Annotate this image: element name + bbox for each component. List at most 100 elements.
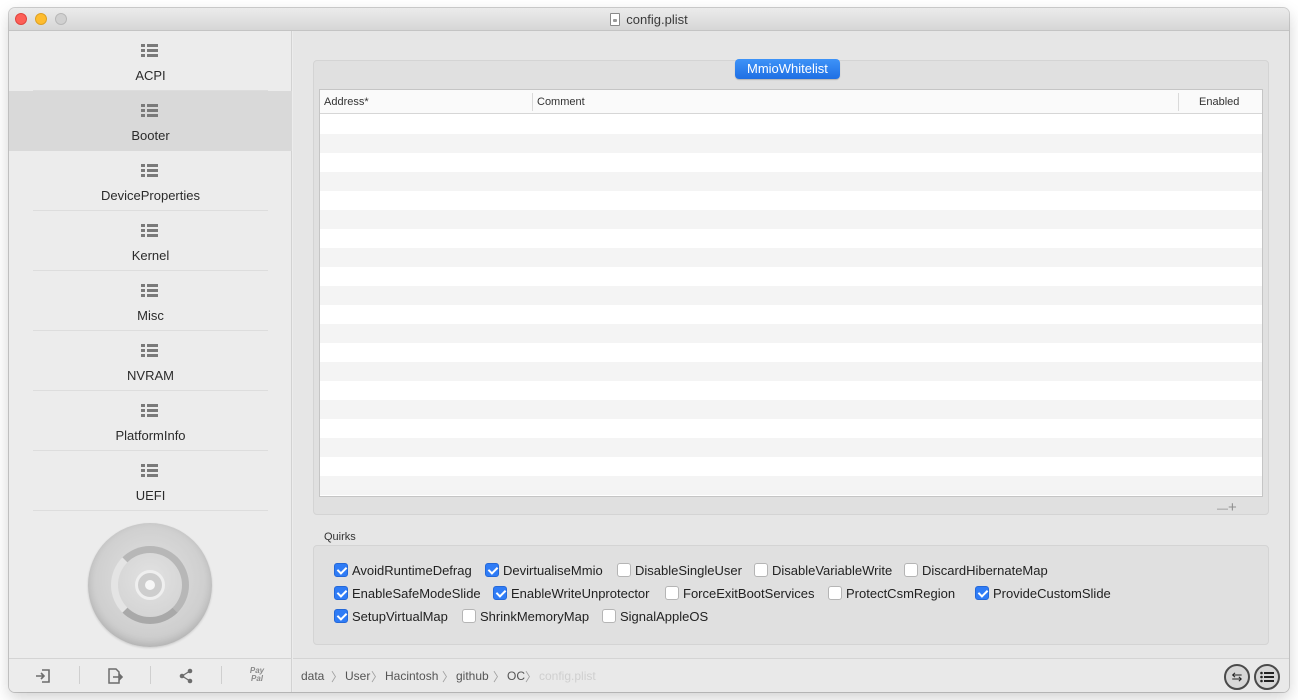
sidebar: ACPI Booter DeviceProperties Kernel Misc NVRA…: [9, 31, 292, 692]
column-header-comment[interactable]: Comment: [533, 90, 1179, 114]
checkbox-checked-icon[interactable]: [334, 609, 348, 623]
tab-mmiowhitelist[interactable]: MmioWhitelist: [735, 59, 840, 79]
sidebar-item-nvram[interactable]: NVRAM: [9, 331, 292, 391]
table-row[interactable]: [320, 419, 1262, 438]
list-icon: [141, 344, 158, 358]
breadcrumb-item[interactable]: User: [345, 669, 370, 683]
swap-arrows-icon[interactable]: ⇆: [1224, 664, 1250, 690]
checkbox-unchecked-icon[interactable]: [665, 586, 679, 600]
checkbox-signal-apple-os[interactable]: SignalAppleOS: [602, 609, 708, 625]
sidebar-item-label: PlatformInfo: [115, 428, 186, 443]
add-row-button[interactable]: +: [1228, 499, 1237, 516]
table-header: Address* Comment Enabled: [320, 90, 1262, 114]
checkbox-label: ProvideCustomSlide: [993, 586, 1111, 601]
table-row[interactable]: [320, 362, 1262, 381]
column-header-enabled[interactable]: Enabled: [1195, 90, 1262, 114]
table-row[interactable]: [320, 438, 1262, 457]
sidebar-item-label: ACPI: [135, 68, 166, 83]
checkbox-label: DisableVariableWrite: [772, 563, 893, 578]
sidebar-item-misc[interactable]: Misc: [9, 271, 292, 331]
sidebar-toolbar: Pay Pal: [9, 658, 292, 692]
breadcrumb-chevron-icon: 〉: [331, 670, 344, 684]
quirks-label: Quirks: [324, 531, 356, 543]
table-row[interactable]: [320, 305, 1262, 324]
table-row[interactable]: [320, 324, 1262, 343]
checkbox-disable-single-user[interactable]: DisableSingleUser: [617, 563, 742, 579]
checkbox-setup-virtual-map[interactable]: SetupVirtualMap: [334, 609, 448, 625]
checkbox-force-exit-boot-services[interactable]: ForceExitBootServices: [665, 586, 815, 602]
sidebar-item-platforminfo[interactable]: PlatformInfo: [9, 391, 292, 451]
table-row[interactable]: [320, 381, 1262, 400]
breadcrumb-item[interactable]: OC: [507, 669, 525, 683]
paypal-line2: Pal: [250, 674, 263, 683]
table-row[interactable]: [320, 153, 1262, 172]
table-row[interactable]: [320, 172, 1262, 191]
table-row[interactable]: [320, 286, 1262, 305]
table-row[interactable]: [320, 476, 1262, 495]
checkbox-label: ShrinkMemoryMap: [480, 609, 590, 624]
table-row[interactable]: [320, 267, 1262, 286]
sidebar-item-booter[interactable]: Booter: [9, 91, 292, 151]
checkbox-checked-icon[interactable]: [334, 586, 348, 600]
sidebar-item-uefi[interactable]: UEFI: [9, 451, 292, 511]
app-window: config.plist ACPI Booter DeviceProperties K…: [9, 8, 1289, 692]
table-row[interactable]: [320, 229, 1262, 248]
checkbox-label: DevirtualiseMmio: [503, 563, 603, 578]
import-icon[interactable]: [33, 668, 53, 686]
disc-hub-icon: [135, 570, 165, 600]
table-row[interactable]: [320, 248, 1262, 267]
table-edit-controls: —+: [1217, 499, 1237, 516]
checkbox-checked-icon[interactable]: [485, 563, 499, 577]
table-body[interactable]: [320, 115, 1262, 495]
checkbox-protect-csm-region[interactable]: ProtectCsmRegion: [828, 586, 955, 602]
breadcrumb-item[interactable]: Hacintosh: [385, 669, 438, 683]
paypal-donate-button[interactable]: Pay Pal: [247, 667, 267, 685]
checkbox-label: ProtectCsmRegion: [846, 586, 956, 601]
sidebar-item-label: Kernel: [131, 248, 170, 263]
sidebar-item-kernel[interactable]: Kernel: [9, 211, 292, 271]
checkbox-disable-variable-write[interactable]: DisableVariableWrite: [754, 563, 892, 579]
table-row[interactable]: [320, 134, 1262, 153]
checkbox-devirtualise-mmio[interactable]: DevirtualiseMmio: [485, 563, 603, 579]
sidebar-item-deviceproperties[interactable]: DeviceProperties: [9, 151, 292, 211]
checkbox-unchecked-icon[interactable]: [904, 563, 918, 577]
list-icon: [141, 44, 158, 58]
column-header-address[interactable]: Address*: [320, 90, 533, 114]
table-row[interactable]: [320, 115, 1262, 134]
breadcrumb-item[interactable]: config.plist: [539, 669, 596, 683]
list-icon: [141, 284, 158, 298]
checkbox-unchecked-icon[interactable]: [602, 609, 616, 623]
breadcrumb-item[interactable]: github: [456, 669, 489, 683]
list-view-icon[interactable]: [1254, 664, 1280, 690]
checkbox-label: DiscardHibernateMap: [922, 563, 1048, 578]
checkbox-checked-icon[interactable]: [334, 563, 348, 577]
window-title-text: config.plist: [626, 12, 688, 27]
remove-row-button[interactable]: —: [1217, 503, 1228, 515]
export-icon[interactable]: [105, 668, 125, 686]
breadcrumb-item[interactable]: data: [301, 669, 324, 683]
breadcrumb-chevron-icon: 〉: [493, 670, 506, 684]
table-row[interactable]: [320, 191, 1262, 210]
checkbox-unchecked-icon[interactable]: [828, 586, 842, 600]
checkbox-unchecked-icon[interactable]: [754, 563, 768, 577]
checkbox-avoid-runtime-defrag[interactable]: AvoidRuntimeDefrag: [334, 563, 472, 579]
table-row[interactable]: [320, 343, 1262, 362]
main-panel: MmioWhitelist Address* Comment Enabled —…: [293, 31, 1289, 692]
checkbox-enable-write-unprotector[interactable]: EnableWriteUnprotector: [493, 586, 650, 602]
checkbox-unchecked-icon[interactable]: [617, 563, 631, 577]
checkbox-shrink-memory-map[interactable]: ShrinkMemoryMap: [462, 609, 589, 625]
checkbox-provide-custom-slide[interactable]: ProvideCustomSlide: [975, 586, 1111, 602]
sidebar-item-label: NVRAM: [127, 368, 174, 383]
table-row[interactable]: [320, 210, 1262, 229]
checkbox-label: ForceExitBootServices: [683, 586, 815, 601]
table-row[interactable]: [320, 457, 1262, 476]
sidebar-item-acpi[interactable]: ACPI: [9, 31, 292, 91]
table-row[interactable]: [320, 400, 1262, 419]
checkbox-checked-icon[interactable]: [493, 586, 507, 600]
checkbox-discard-hibernate-map[interactable]: DiscardHibernateMap: [904, 563, 1048, 579]
checkbox-unchecked-icon[interactable]: [462, 609, 476, 623]
checkbox-enable-safe-mode-slide[interactable]: EnableSafeModeSlide: [334, 586, 481, 602]
share-icon[interactable]: [176, 668, 196, 686]
title-bar: config.plist: [9, 8, 1289, 31]
checkbox-checked-icon[interactable]: [975, 586, 989, 600]
